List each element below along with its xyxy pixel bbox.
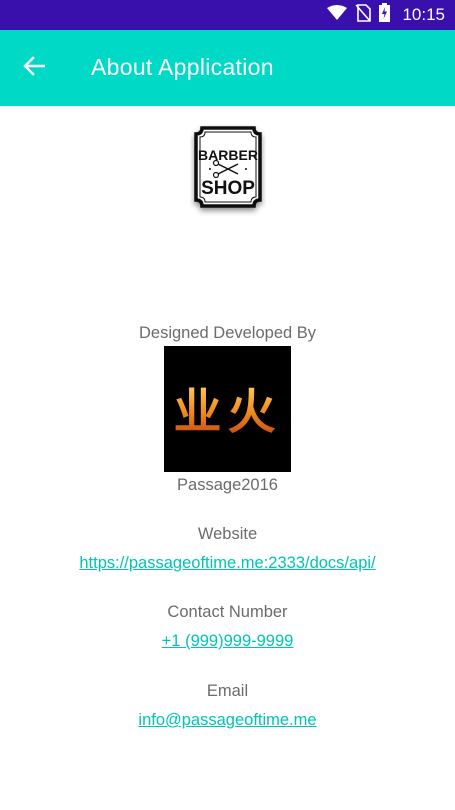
email-link[interactable]: info@passageoftime.me (0, 711, 455, 730)
page-title: About Application (91, 54, 274, 80)
contact-label: Contact Number (167, 603, 288, 621)
arrow-back-icon (23, 55, 46, 81)
logo-line2: SHOP (201, 178, 255, 199)
website-label: Website (197, 525, 258, 543)
status-bar: 10:15 (0, 0, 455, 30)
developer-name: Passage2016 (177, 476, 278, 494)
website-link[interactable]: https://passageoftime.me:2333/docs/api/ (0, 554, 455, 573)
battery-charging-icon (379, 3, 391, 27)
email-label: Email (206, 682, 249, 700)
wifi-icon (327, 4, 348, 26)
no-sim-icon (355, 3, 372, 27)
app-logo: BARBER SHOP (190, 124, 266, 216)
status-icons: 10:15 (327, 0, 445, 30)
back-button[interactable] (14, 48, 54, 88)
phone-link[interactable]: +1 (999)999-9999 (0, 632, 455, 651)
status-time: 10:15 (402, 5, 445, 24)
developer-logo: 业火 (164, 346, 291, 472)
logo-line1: BARBER (198, 147, 258, 163)
developer-logo-text: 业火 (173, 384, 281, 440)
app-bar: About Application (0, 30, 455, 106)
designed-by-label: Designed Developed By (138, 324, 317, 342)
